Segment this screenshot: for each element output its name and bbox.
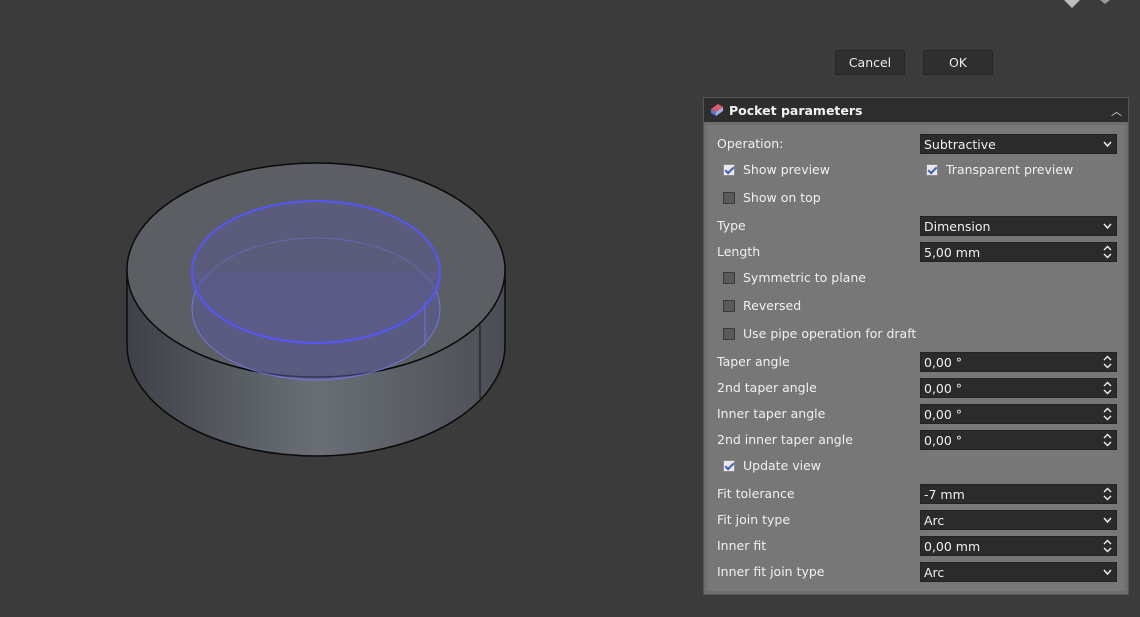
spin-arrows-icon[interactable]	[1098, 379, 1116, 397]
chevron-down-icon	[1098, 563, 1116, 581]
reversed-row: Reversed	[707, 296, 1125, 318]
taper-angle-spinbox[interactable]: 0,00 °	[920, 352, 1117, 372]
length-value: 5,00 mm	[924, 245, 981, 260]
spin-arrows-icon[interactable]	[1098, 243, 1116, 261]
taper-angle2-row: 2nd taper angle 0,00 °	[707, 377, 1125, 399]
inner-fit-join-row: Inner fit join type Arc	[707, 561, 1125, 583]
checkbox-unchecked-icon	[723, 327, 735, 340]
fit-tolerance-label: Fit tolerance	[717, 486, 795, 501]
inner-fit-row: Inner fit 0,00 mm	[707, 535, 1125, 557]
fit-join-label: Fit join type	[717, 512, 791, 527]
taper-angle2-spinbox[interactable]: 0,00 °	[920, 378, 1117, 398]
taper-angle2-label: 2nd taper angle	[717, 380, 817, 395]
fit-join-dropdown[interactable]: Arc	[920, 510, 1117, 530]
symmetric-checkbox[interactable]: Symmetric to plane	[723, 270, 866, 285]
inner-fit-join-dropdown[interactable]: Arc	[920, 562, 1117, 582]
checkbox-unchecked-icon	[723, 299, 735, 312]
pocket-feature-icon	[711, 104, 723, 116]
transparent-preview-label: Transparent preview	[946, 162, 1074, 177]
show-on-top-checkbox[interactable]: Show on top	[723, 190, 821, 205]
transparent-preview-checkbox[interactable]: Transparent preview	[926, 162, 1073, 177]
symmetric-label: Symmetric to plane	[743, 270, 866, 285]
preview-row: Show preview Transparent preview	[707, 160, 1125, 182]
navigation-cube-icon[interactable]	[1062, 0, 1082, 8]
inner-fit-label: Inner fit	[717, 538, 767, 553]
show-on-top-label: Show on top	[743, 190, 821, 205]
fit-join-row: Fit join type Arc	[707, 509, 1125, 531]
inner-taper2-spinbox[interactable]: 0,00 °	[920, 430, 1117, 450]
navigation-cube-corner-icon[interactable]	[1095, 0, 1115, 8]
taper-angle-value: 0,00 °	[924, 355, 963, 370]
fit-tolerance-value: -7 mm	[924, 487, 965, 502]
checkbox-unchecked-icon	[723, 271, 735, 284]
update-view-label: Update view	[743, 458, 822, 473]
chevron-down-icon	[1098, 511, 1116, 529]
show-preview-label: Show preview	[743, 162, 830, 177]
pocket-top-edge	[191, 200, 441, 344]
spin-arrows-icon[interactable]	[1098, 405, 1116, 423]
inner-taper-label: Inner taper angle	[717, 406, 826, 421]
length-row: Length 5,00 mm	[707, 241, 1125, 263]
reversed-label: Reversed	[743, 298, 802, 313]
type-value: Dimension	[924, 219, 991, 234]
operation-label: Operation:	[717, 136, 784, 151]
inner-fit-join-label: Inner fit join type	[717, 564, 825, 579]
checkbox-unchecked-icon	[723, 191, 735, 204]
taper-angle-label: Taper angle	[717, 354, 790, 369]
pipe-draft-row: Use pipe operation for draft	[707, 324, 1125, 346]
type-dropdown[interactable]: Dimension	[920, 216, 1117, 236]
fit-tolerance-row: Fit tolerance -7 mm	[707, 483, 1125, 505]
ok-button[interactable]: OK	[923, 50, 993, 75]
inner-fit-spinbox[interactable]: 0,00 mm	[920, 536, 1117, 556]
length-spinbox[interactable]: 5,00 mm	[920, 242, 1117, 262]
panel-body: Operation: Subtractive Show preview Tran…	[707, 125, 1125, 591]
checkbox-checked-icon	[926, 163, 938, 176]
inner-fit-join-value: Arc	[924, 565, 945, 580]
collapse-icon[interactable]: ︿	[1111, 103, 1122, 119]
length-label: Length	[717, 244, 761, 259]
operation-value: Subtractive	[924, 137, 996, 152]
checkbox-checked-icon	[723, 163, 735, 176]
spin-arrows-icon[interactable]	[1098, 431, 1116, 449]
chevron-down-icon	[1098, 217, 1116, 235]
inner-taper-value: 0,00 °	[924, 407, 963, 422]
update-view-row: Update view	[707, 456, 1125, 478]
inner-taper-spinbox[interactable]: 0,00 °	[920, 404, 1117, 424]
inner-taper2-row: 2nd inner taper angle 0,00 °	[707, 429, 1125, 451]
inner-taper2-label: 2nd inner taper angle	[717, 432, 853, 447]
symmetric-row: Symmetric to plane	[707, 268, 1125, 290]
type-label: Type	[717, 218, 746, 233]
cancel-button[interactable]: Cancel	[835, 50, 905, 75]
checkbox-checked-icon	[723, 459, 735, 472]
panel-header[interactable]: Pocket parameters ︿	[704, 98, 1128, 122]
spin-arrows-icon[interactable]	[1098, 353, 1116, 371]
type-row: Type Dimension	[707, 215, 1125, 237]
show-on-top-row: Show on top	[707, 188, 1125, 210]
reversed-checkbox[interactable]: Reversed	[723, 298, 801, 313]
operation-dropdown[interactable]: Subtractive	[920, 134, 1117, 154]
spin-arrows-icon[interactable]	[1098, 537, 1116, 555]
pocket-parameters-panel: Pocket parameters ︿ Operation: Subtracti…	[703, 97, 1129, 595]
pipe-draft-checkbox[interactable]: Use pipe operation for draft	[723, 326, 916, 341]
taper-angle-row: Taper angle 0,00 °	[707, 351, 1125, 373]
inner-fit-value: 0,00 mm	[924, 539, 981, 554]
update-view-checkbox[interactable]: Update view	[723, 458, 821, 473]
show-preview-checkbox[interactable]: Show preview	[723, 162, 830, 177]
inner-taper-row: Inner taper angle 0,00 °	[707, 403, 1125, 425]
inner-taper2-value: 0,00 °	[924, 433, 963, 448]
pipe-draft-label: Use pipe operation for draft	[743, 326, 917, 341]
panel-title: Pocket parameters	[729, 102, 863, 118]
fit-join-value: Arc	[924, 513, 945, 528]
taper-angle2-value: 0,00 °	[924, 381, 963, 396]
spin-arrows-icon[interactable]	[1098, 485, 1116, 503]
operation-row: Operation: Subtractive	[707, 133, 1125, 155]
fit-tolerance-spinbox[interactable]: -7 mm	[920, 484, 1117, 504]
chevron-down-icon	[1098, 135, 1116, 153]
